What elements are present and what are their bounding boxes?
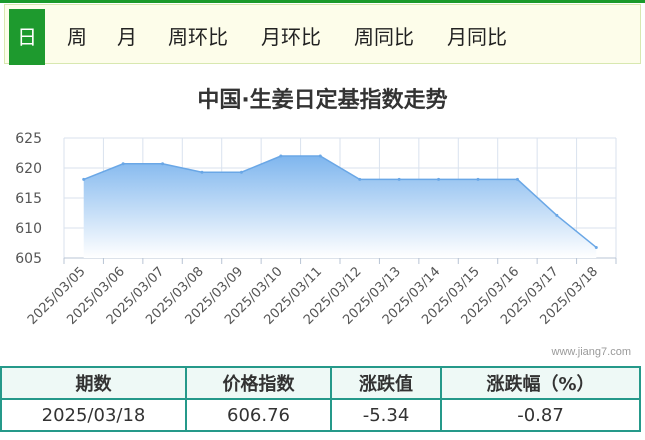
data-point — [200, 170, 204, 174]
cell-change-percent: -0.87 — [440, 398, 641, 432]
cell-change-value: -5.34 — [330, 398, 442, 432]
data-point — [161, 162, 165, 166]
tab-month-year-on-year[interactable]: 月同比 — [447, 9, 507, 65]
data-point — [437, 177, 441, 181]
top-accent-line — [0, 0, 645, 3]
chart-title: 中国·生姜日定基指数走势 — [197, 88, 448, 113]
data-point — [82, 177, 86, 181]
series-area — [83, 156, 597, 258]
y-tick-label: 605 — [15, 251, 42, 267]
data-point — [279, 154, 283, 158]
data-point — [397, 177, 401, 181]
cell-price-index: 606.76 — [185, 398, 332, 432]
cell-period: 2025/03/18 — [0, 398, 187, 432]
tab-week-year-on-year[interactable]: 周同比 — [354, 9, 414, 65]
tab-week-on-week[interactable]: 周环比 — [168, 9, 228, 65]
data-point — [594, 245, 598, 249]
header-period: 期数 — [0, 366, 187, 400]
source-watermark: www.jiang7.com — [551, 346, 631, 358]
data-point — [476, 177, 480, 181]
y-tick-label: 615 — [15, 191, 42, 207]
header-price-index: 价格指数 — [185, 366, 332, 400]
summary-data-row: 2025/03/18 606.76 -5.34 -0.87 — [0, 398, 641, 432]
period-tab-bar: 日 周 月 周环比 月环比 周同比 月同比 — [4, 4, 641, 65]
summary-table: 期数 价格指数 涨跌值 涨跌幅（%） 2025/03/18 606.76 -5.… — [0, 366, 641, 432]
y-tick-label: 620 — [15, 161, 42, 177]
tab-week[interactable]: 周 — [67, 9, 87, 65]
index-area-chart: 6056106156206252025/03/052025/03/062025/… — [15, 131, 617, 328]
data-point — [358, 177, 362, 181]
data-point — [239, 170, 243, 174]
data-point — [318, 154, 322, 158]
header-change-value: 涨跌值 — [330, 366, 442, 400]
data-point — [555, 213, 559, 217]
tab-month[interactable]: 月 — [117, 9, 137, 65]
data-point — [121, 162, 125, 166]
summary-header-row: 期数 价格指数 涨跌值 涨跌幅（%） — [0, 366, 641, 400]
data-point — [515, 177, 519, 181]
y-tick-label: 610 — [15, 221, 42, 237]
tab-month-on-month[interactable]: 月环比 — [261, 9, 321, 65]
tab-day[interactable]: 日 — [9, 9, 45, 65]
y-tick-label: 625 — [15, 131, 42, 147]
header-change-percent: 涨跌幅（%） — [440, 366, 641, 400]
